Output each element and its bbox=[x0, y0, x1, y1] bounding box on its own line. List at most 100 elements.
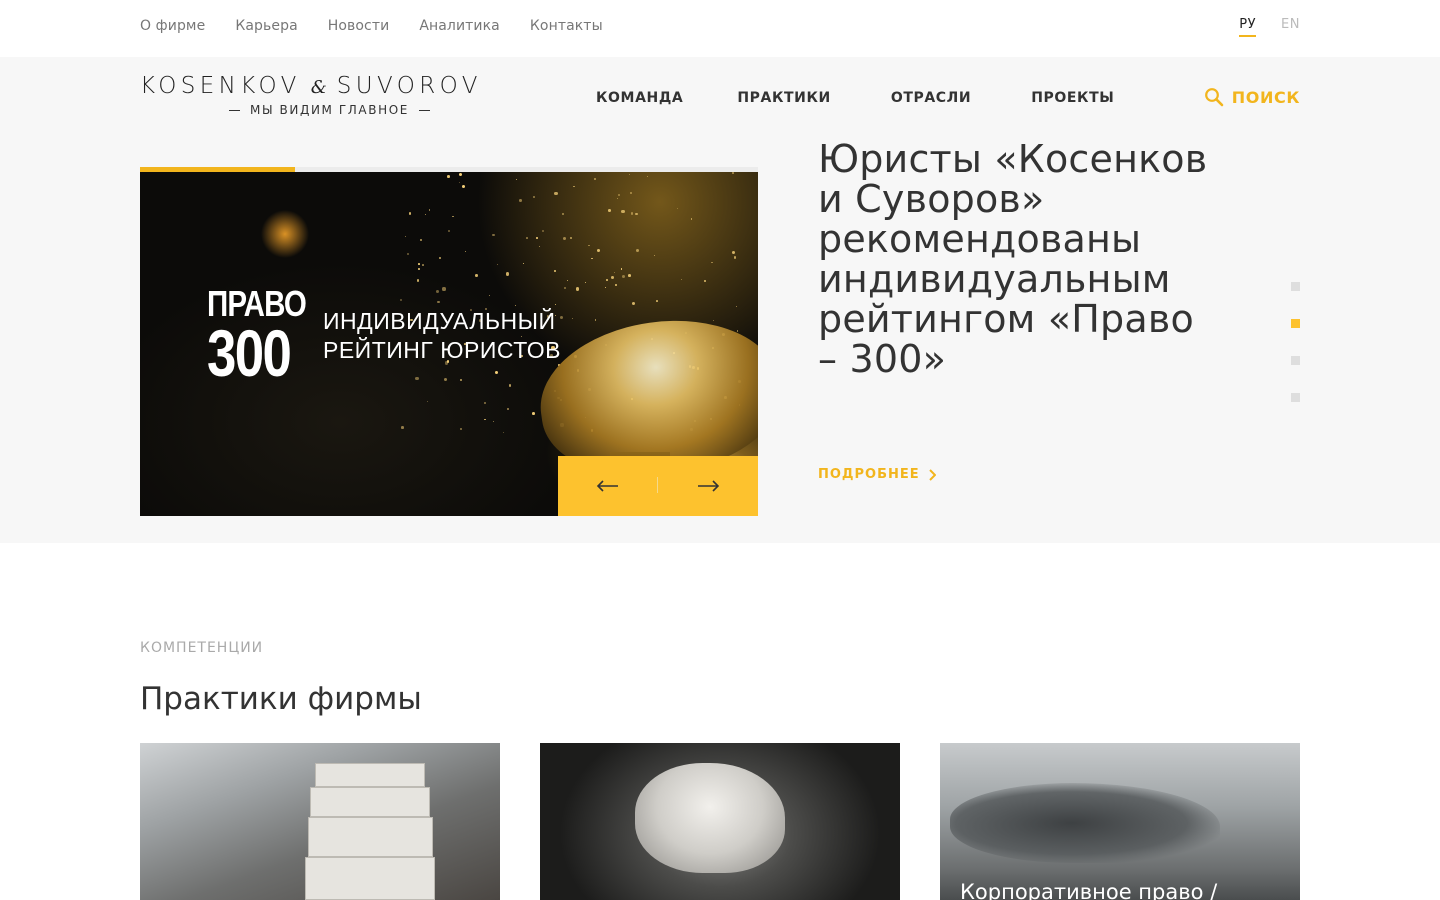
sparkle-decoration bbox=[594, 319, 597, 321]
sparkle-decoration bbox=[553, 270, 557, 273]
sparkle-decoration bbox=[451, 215, 454, 218]
paper-stack-image bbox=[315, 763, 425, 787]
search-icon bbox=[1204, 88, 1224, 107]
sparkle-decoration bbox=[419, 238, 423, 241]
sparkle-decoration bbox=[506, 407, 510, 411]
slider-dot[interactable] bbox=[1291, 393, 1300, 402]
more-link-label: ПОДРОБНЕЕ bbox=[818, 467, 920, 482]
sparkle-decoration bbox=[436, 289, 440, 293]
sparkle-decoration bbox=[631, 301, 635, 305]
sparkle-decoration bbox=[515, 179, 517, 181]
slider-dot[interactable] bbox=[1291, 282, 1300, 291]
sparkle-decoration bbox=[523, 263, 525, 265]
sparkle-decoration bbox=[572, 185, 575, 188]
main-nav-industries[interactable]: ОТРАСЛИ bbox=[891, 90, 971, 106]
sparkle-decoration bbox=[616, 197, 619, 200]
more-link[interactable]: ПОДРОБНЕЕ bbox=[818, 467, 936, 482]
sparkle-decoration bbox=[635, 213, 638, 216]
sparkle-decoration bbox=[608, 209, 612, 212]
sparkle-decoration bbox=[732, 172, 735, 175]
lang-ru-button[interactable]: РУ bbox=[1239, 17, 1257, 37]
sparkle-decoration bbox=[732, 250, 736, 255]
hero-section: KOSENKOV & SUVOROV МЫ ВИДИМ ГЛАВНОЕ КОМАНД… bbox=[0, 57, 1440, 543]
sparkle-decoration bbox=[514, 304, 516, 306]
sparkle-decoration bbox=[483, 401, 486, 405]
sparkle-decoration bbox=[437, 301, 440, 304]
top-nav-about[interactable]: О фирме bbox=[140, 18, 205, 34]
slider-dot[interactable] bbox=[1291, 356, 1300, 365]
sparkle-decoration bbox=[621, 210, 625, 214]
logo-ampersand: & bbox=[310, 77, 327, 98]
main-nav-team[interactable]: КОМАНДА bbox=[596, 90, 683, 106]
slide-brand-number: 300 bbox=[207, 316, 292, 390]
sparkle-decoration bbox=[459, 181, 461, 183]
practice-card-corporate[interactable]: Корпоративное право / bbox=[940, 743, 1300, 900]
sparkle-decoration bbox=[630, 191, 633, 195]
sparkle-decoration bbox=[427, 401, 429, 403]
top-nav-contacts[interactable]: Контакты bbox=[530, 18, 603, 34]
sparkle-decoration bbox=[484, 418, 486, 421]
slide-brand: ПРАВО 300 bbox=[207, 286, 328, 390]
sparkle-decoration bbox=[539, 245, 541, 247]
sparkle-decoration bbox=[653, 255, 655, 257]
sparkle-decoration bbox=[443, 378, 448, 382]
sparkle-decoration bbox=[569, 237, 572, 240]
main-nav: КОМАНДА ПРАКТИКИ ОТРАСЛИ ПРОЕКТЫ bbox=[596, 90, 1114, 106]
sparkle-decoration bbox=[710, 261, 713, 264]
slider-next-button[interactable] bbox=[658, 456, 758, 516]
practice-card-documents[interactable] bbox=[140, 743, 500, 900]
sparkle-decoration bbox=[620, 268, 623, 271]
slider-dot[interactable] bbox=[1291, 319, 1300, 328]
sparkle-decoration bbox=[584, 281, 587, 283]
sparkle-decoration bbox=[533, 195, 536, 198]
sparkle-decoration bbox=[492, 233, 496, 237]
sparkle-decoration bbox=[406, 252, 410, 256]
top-nav-news[interactable]: Новости bbox=[328, 18, 390, 34]
main-nav-practices[interactable]: ПРАКТИКИ bbox=[737, 90, 830, 106]
top-nav-career[interactable]: Карьера bbox=[235, 18, 297, 34]
main-nav-projects[interactable]: ПРОЕКТЫ bbox=[1031, 90, 1114, 106]
language-switcher: РУ EN bbox=[1239, 17, 1300, 37]
top-nav-analytics[interactable]: Аналитика bbox=[419, 18, 500, 34]
sparkle-decoration bbox=[475, 274, 478, 278]
sparkle-decoration bbox=[401, 426, 404, 429]
logo-right: SUVOROV bbox=[336, 73, 482, 99]
sparkle-decoration bbox=[594, 178, 596, 181]
sparkle-decoration bbox=[712, 319, 715, 321]
arrow-right-icon bbox=[698, 480, 720, 492]
chevron-right-icon bbox=[928, 468, 936, 481]
lang-en-button[interactable]: EN bbox=[1281, 17, 1300, 37]
section-label: КОМПЕТЕНЦИИ bbox=[140, 640, 264, 656]
sparkle-decoration bbox=[646, 175, 648, 178]
sparkle-decoration bbox=[509, 384, 512, 387]
sparkle-decoration bbox=[656, 299, 658, 302]
handshake-image bbox=[635, 763, 785, 873]
sparkle-decoration bbox=[404, 235, 406, 238]
sparkle-decoration bbox=[417, 263, 420, 266]
sparkle-decoration bbox=[615, 284, 618, 287]
sparkle-decoration bbox=[488, 295, 490, 297]
sparkle-decoration bbox=[618, 194, 621, 197]
practice-card-title: Корпоративное право / bbox=[960, 880, 1218, 900]
search-button[interactable]: ПОИСК bbox=[1204, 87, 1300, 107]
sparkle-decoration bbox=[635, 248, 639, 252]
sparkle-decoration bbox=[428, 209, 430, 211]
slide-caption-line1: ИНДИВИДУАЛЬНЫЙ bbox=[323, 308, 556, 334]
sparkle-decoration bbox=[446, 175, 450, 179]
search-label: ПОИСК bbox=[1231, 87, 1300, 107]
fish-school-image bbox=[950, 783, 1220, 863]
sparkle-decoration bbox=[518, 199, 522, 202]
sparkle-decoration bbox=[564, 286, 567, 289]
sparkle-decoration bbox=[535, 236, 538, 239]
section-title: Практики фирмы bbox=[140, 681, 422, 717]
sparkle-decoration bbox=[587, 244, 590, 247]
sparkle-decoration bbox=[676, 207, 679, 209]
practice-card-handshake[interactable] bbox=[540, 743, 900, 900]
sparkle-decoration bbox=[628, 273, 632, 277]
sparkle-decoration bbox=[424, 213, 426, 216]
logo[interactable]: KOSENKOV & SUVOROV МЫ ВИДИМ ГЛАВНОЕ bbox=[140, 73, 517, 117]
arrow-left-icon bbox=[596, 480, 618, 492]
sparkle-decoration bbox=[606, 278, 608, 281]
slider-prev-button[interactable] bbox=[558, 456, 658, 516]
sparkle-decoration bbox=[418, 267, 421, 271]
